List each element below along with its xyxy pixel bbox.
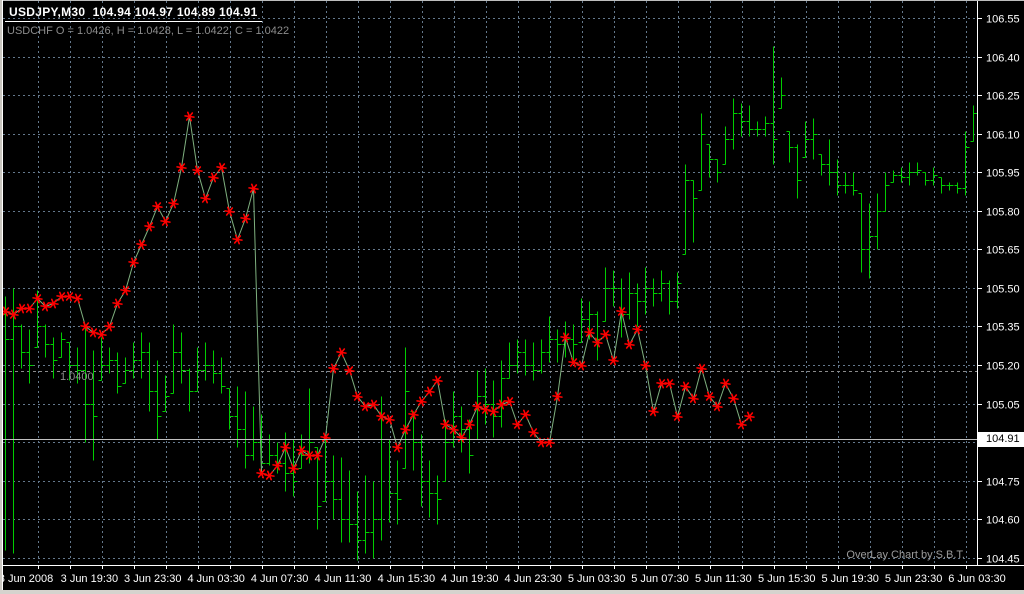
price-axis-label: 106.25: [986, 91, 1020, 103]
time-axis-label: 5 Jun 15:30: [758, 573, 816, 585]
window-border-top: [0, 0, 1024, 1]
price-axis-label: 104.45: [986, 554, 1020, 566]
overlay-scale-level-label: 1.0400: [60, 371, 94, 383]
price-axis-label: 106.40: [986, 53, 1020, 65]
time-axis-label: 4 Jun 07:30: [251, 573, 309, 585]
time-axis-label: 4 Jun 19:30: [441, 573, 499, 585]
price-axis-label: 105.95: [986, 168, 1020, 180]
time-axis-label: 3 Jun 19:30: [61, 573, 119, 585]
time-axis-label: 4 Jun 11:30: [315, 573, 372, 585]
symbol-ohlc-title: USDJPY,M30 104.94 104.97 104.89 104.91: [5, 4, 262, 22]
overlay-indicator-status: USDCHF O = 1.0426, H = 1.0428, L = 1.042…: [7, 25, 289, 37]
time-axis-label: 3 Jun 23:30: [124, 573, 182, 585]
time-axis-label: 5 Jun 03:30: [568, 573, 626, 585]
window-border-left-highlight: [2, 0, 3, 590]
chart-canvas[interactable]: 106.55 106.40 106.25 106.10 105.95 105.80 105.…: [0, 0, 1024, 594]
price-axis-label: 105.65: [986, 245, 1020, 257]
price-axis-label: 105.05: [986, 400, 1020, 412]
time-axis-label: 4 Jun 03:30: [187, 573, 245, 585]
time-axis-label: 3 Jun 2008: [0, 573, 53, 585]
price-axis-label: 105.35: [986, 322, 1020, 334]
price-axis-label: 104.75: [986, 477, 1020, 489]
price-axis-label: 106.10: [986, 130, 1020, 142]
time-axis-label: 4 Jun 23:30: [504, 573, 562, 585]
mt4-chart-window: 106.55 106.40 106.25 106.10 105.95 105.80 105.…: [0, 0, 1024, 594]
price-axis-label: 105.20: [986, 361, 1020, 373]
current-price-tag: 104.91: [978, 432, 1024, 447]
time-axis-label: 5 Jun 19:30: [821, 573, 879, 585]
time-axis-label: 5 Jun 23:30: [885, 573, 943, 585]
indicator-watermark: OverLay Chart by S.B.T.: [828, 549, 965, 561]
price-axis-label: 104.60: [986, 515, 1020, 527]
time-axis-label: 4 Jun 15:30: [378, 573, 436, 585]
window-border-bottom: [0, 590, 1024, 594]
time-axis-label: 5 Jun 07:30: [631, 573, 689, 585]
price-axis-label: 105.80: [986, 207, 1020, 219]
price-axis-label: 105.50: [986, 284, 1020, 296]
time-axis-label: 5 Jun 11:30: [695, 573, 752, 585]
price-axis-label: 106.55: [986, 14, 1020, 26]
time-axis-label: 6 Jun 03:30: [948, 573, 1006, 585]
